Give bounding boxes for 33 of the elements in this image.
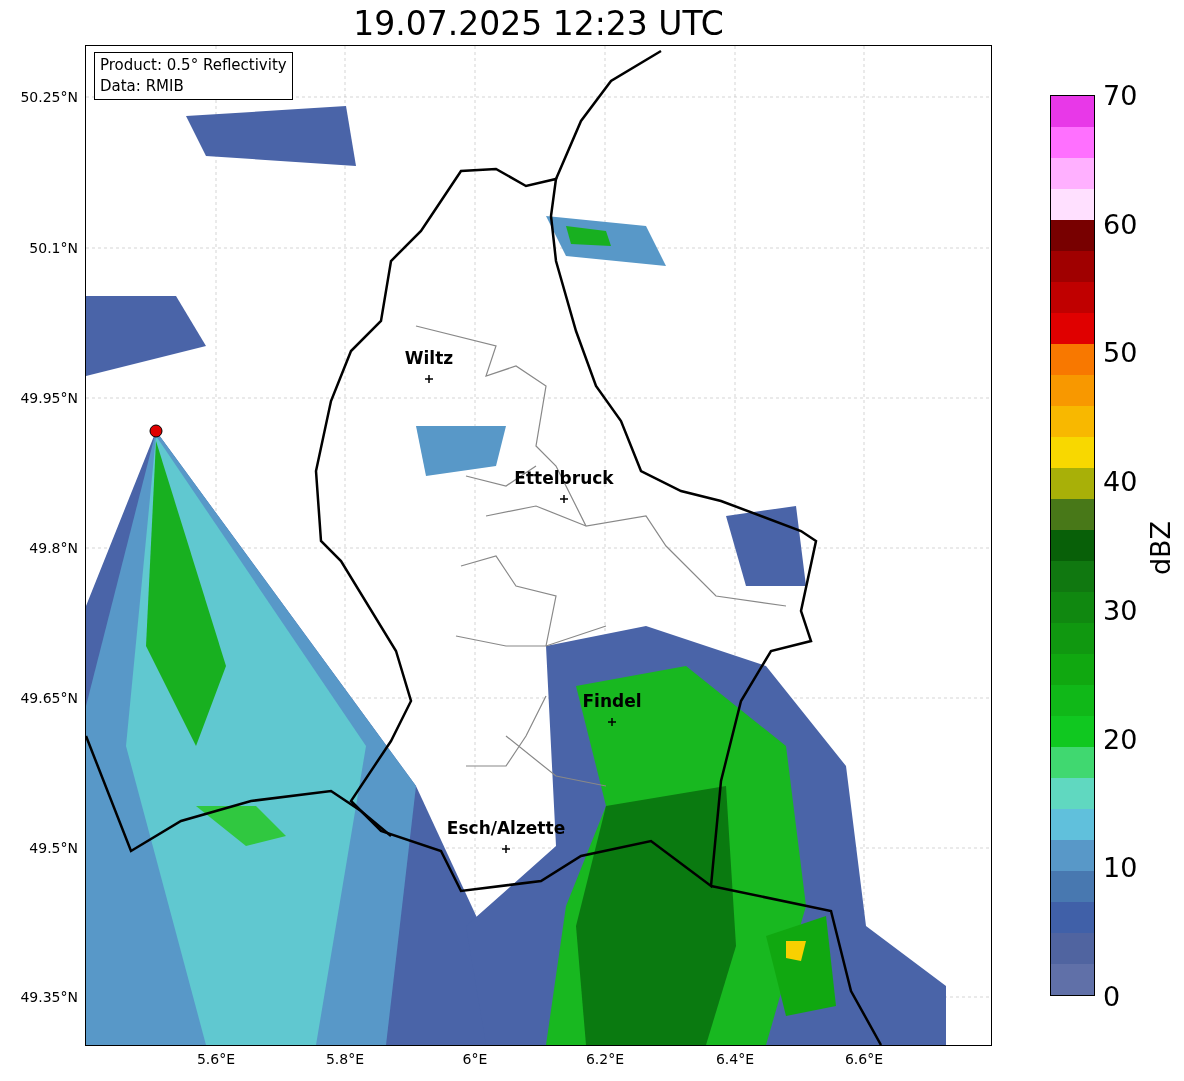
latitude-tick-label: 50.1°N — [29, 240, 78, 256]
city-label: Findel — [582, 691, 642, 711]
latitude-tick-label: 49.35°N — [20, 989, 78, 1005]
colorbar-tick-label: 0 — [1103, 980, 1121, 1012]
colorbar-tick-label: 60 — [1103, 208, 1138, 240]
radar-site-marker — [149, 424, 163, 438]
latitude-tick-label: 49.8°N — [29, 540, 78, 556]
colorbar-tick-label: 10 — [1103, 851, 1138, 883]
latitude-tick-label: 49.5°N — [29, 840, 78, 856]
colorbar-tick-label: 50 — [1103, 336, 1138, 368]
longitude-tick-label: 6.6°E — [844, 1051, 884, 1067]
chart-title: 19.07.2025 12:23 UTC — [352, 4, 725, 43]
legend-text: Data: RMIB — [100, 76, 185, 97]
city-label: Ettelbruck — [514, 468, 614, 488]
colorbar-tick-label: 20 — [1103, 723, 1138, 755]
city-marker — [424, 374, 434, 384]
colorbar-tick-label: 40 — [1103, 465, 1138, 497]
city-marker — [607, 717, 617, 727]
legend-text: Product: 0.5° Reflectivity — [100, 55, 287, 76]
colorbar-tick-label: 70 — [1103, 79, 1138, 111]
latitude-tick-label: 49.95°N — [20, 390, 78, 406]
latitude-tick-label: 50.25°N — [20, 89, 78, 105]
longitude-tick-label: 6°E — [462, 1051, 488, 1067]
city-label: Wiltz — [404, 348, 454, 368]
longitude-tick-label: 5.8°E — [325, 1051, 365, 1067]
longitude-tick-label: 6.2°E — [585, 1051, 625, 1067]
city-marker — [559, 494, 569, 504]
latitude-tick-label: 49.65°N — [20, 690, 78, 706]
longitude-tick-label: 5.6°E — [196, 1051, 236, 1067]
longitude-tick-label: 6.4°E — [715, 1051, 755, 1067]
city-marker — [501, 844, 511, 854]
colorbar-label: dBZ — [1144, 520, 1176, 576]
colorbar-tick-label: 30 — [1103, 594, 1138, 626]
